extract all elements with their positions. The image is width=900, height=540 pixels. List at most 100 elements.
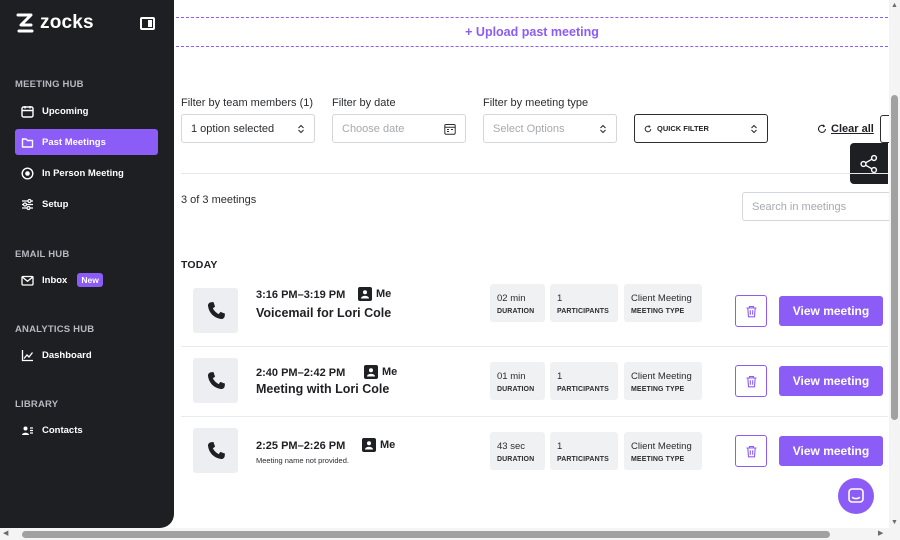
upload-past-meeting-button[interactable]: + Upload past meeting [176,17,888,47]
meeting-name-missing: Meeting name not provided. [256,456,349,465]
group-heading-today: TODAY [181,259,218,271]
user-icon [358,287,372,301]
participants-label: PARTICIPANTS [557,308,609,315]
quick-filter-value: QUICK FILTER [657,124,709,133]
view-meeting-button[interactable]: View meeting [779,296,883,326]
scroll-right-icon[interactable]: ▶ [878,530,883,538]
meeting-row[interactable]: 2:25 PM–2:26 PM Me Meeting name not prov… [181,416,888,486]
filter-team-label: Filter by team members (1) [181,97,314,109]
quick-filter-select[interactable]: QUICK FILTER [634,114,768,143]
contacts-icon [22,426,33,435]
zocks-logo-icon [16,13,34,33]
duration-value: 01 min [497,371,526,382]
horizontal-scroll-thumb[interactable] [22,531,830,538]
chevron-up-down-icon [600,124,606,133]
line-chart-icon [21,349,34,361]
calendar-icon [21,105,34,118]
app-name: zocks [40,12,94,33]
view-meeting-button[interactable]: View meeting [779,366,883,396]
chevron-up-down-icon [751,124,757,133]
meeting-count: 3 of 3 meetings [181,194,257,206]
sidebar-item-setup[interactable]: Setup [15,191,158,217]
owner: Me [362,438,395,452]
phone-icon [207,441,225,459]
duration-label: DURATION [497,456,535,463]
sidebar-item-in-person-meeting[interactable]: In Person Meeting [15,160,158,186]
sidebar-item-contacts[interactable]: Contacts [15,417,158,443]
date-picker[interactable]: Choose date [332,114,466,143]
section-library: LIBRARY [15,399,59,410]
trash-icon [746,305,756,317]
team-members-select[interactable]: 1 option selected [181,114,315,143]
scroll-down-icon[interactable]: ▼ [891,519,898,527]
calendar-icon [444,123,456,135]
section-meeting-hub: MEETING HUB [15,79,84,90]
delete-button[interactable] [735,365,767,397]
sidebar-collapse-icon[interactable] [140,17,155,30]
phone-icon [207,371,225,389]
share-button[interactable] [850,143,888,184]
user-icon [364,365,378,379]
trash-icon [746,445,756,457]
vertical-scroll-thumb[interactable] [891,95,898,420]
meeting-type-label: MEETING TYPE [631,386,685,393]
participants-label: PARTICIPANTS [557,386,609,393]
chat-launcher-button[interactable] [838,478,874,514]
duration-label: DURATION [497,386,535,393]
divider [181,173,888,174]
meeting-type-select[interactable]: Select Options [483,114,617,143]
scroll-up-icon[interactable]: ▲ [891,2,898,10]
filter-type-label: Filter by meeting type [483,97,589,109]
chat-icon [848,488,864,503]
meeting-row[interactable]: 2:40 PM–2:42 PM Me Meeting with Lori Col… [181,346,888,416]
meeting-type-placeholder: Select Options [493,122,565,135]
participants-value: 1 [557,441,563,452]
sidebar-item-label: Contacts [42,424,83,436]
owner-name: Me [380,439,396,451]
meeting-time: 2:40 PM–2:42 PM [256,367,346,379]
meeting-type-label: MEETING TYPE [631,308,685,315]
duration-stat: 43 sec DURATION [490,432,545,470]
phone-icon-box [193,428,238,473]
owner-name: Me [382,366,398,378]
sidebar-item-inbox[interactable]: Inbox New [15,267,158,293]
chevron-up-down-icon [298,124,304,133]
refresh-icon [817,124,827,133]
search-meetings-input[interactable] [742,192,890,221]
filter-date-label: Filter by date [332,97,396,109]
delete-button[interactable] [735,295,767,327]
refresh-icon [644,124,652,132]
meeting-type-label: MEETING TYPE [631,456,685,463]
meeting-type-stat: Client Meeting MEETING TYPE [624,284,702,322]
sidebar-item-dashboard[interactable]: Dashboard [15,342,158,368]
section-email-hub: EMAIL HUB [15,249,70,260]
scroll-left-icon[interactable]: ◀ [3,530,8,538]
view-meeting-button[interactable]: View meeting [779,436,883,466]
logo[interactable]: zocks [16,12,94,34]
sidebar-item-past-meetings[interactable]: Past Meetings [15,129,158,155]
duration-value: 43 sec [497,441,525,452]
phone-icon [207,301,225,319]
delete-button[interactable] [735,435,767,467]
new-badge: New [77,273,103,287]
sidebar: zocks MEETING HUB Upcoming Past Meetings… [0,0,174,528]
meeting-title: Voicemail for Lori Cole [256,306,392,320]
participants-stat: 1 PARTICIPANTS [550,362,618,400]
participants-label: PARTICIPANTS [557,456,609,463]
owner: Me [358,287,391,301]
duration-value: 02 min [497,293,526,304]
meeting-type-stat: Client Meeting MEETING TYPE [624,362,702,400]
team-members-value: 1 option selected [191,122,275,135]
meeting-row[interactable]: 3:16 PM–3:19 PM Me Voicemail for Lori Co… [181,276,888,346]
record-icon [21,166,34,180]
meeting-type-value: Client Meeting [631,293,692,304]
duration-stat: 01 min DURATION [490,362,545,400]
sidebar-item-label: In Person Meeting [42,167,124,179]
trash-icon [746,375,756,387]
phone-icon-box [193,358,238,403]
sidebar-item-upcoming[interactable]: Upcoming [15,98,158,124]
sliders-icon [22,198,33,210]
clear-all-button[interactable]: Clear all [817,123,874,135]
section-analytics-hub: ANALYTICS HUB [15,324,95,335]
meeting-type-stat: Client Meeting MEETING TYPE [624,432,702,470]
